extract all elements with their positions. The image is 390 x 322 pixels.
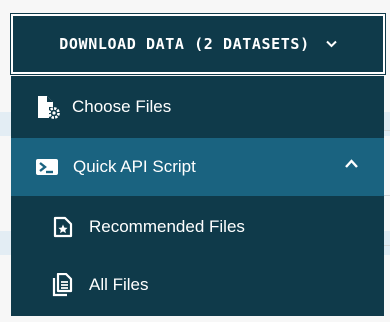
menu-item-label: Recommended Files xyxy=(89,217,245,236)
download-menu: Choose Files Quick API Script Recommende… xyxy=(11,76,384,316)
download-data-label: DOWNLOAD DATA (2 DATASETS) xyxy=(59,35,310,53)
download-data-button[interactable]: DOWNLOAD DATA (2 DATASETS) xyxy=(11,14,385,74)
menu-item-choose-files[interactable]: Choose Files xyxy=(11,78,384,136)
menu-item-quick-api-script[interactable]: Quick API Script xyxy=(11,138,384,196)
chevron-up-icon[interactable] xyxy=(345,159,358,168)
menu-item-label: Quick API Script xyxy=(73,157,196,176)
chevron-down-icon xyxy=(325,40,337,48)
menu-item-recommended-files[interactable]: Recommended Files xyxy=(11,198,384,256)
terminal-icon xyxy=(35,155,59,179)
files-icon xyxy=(51,273,75,297)
menu-item-label: Choose Files xyxy=(72,97,172,116)
menu-item-label: All Files xyxy=(89,275,149,294)
menu-item-all-files[interactable]: All Files xyxy=(11,256,384,314)
file-settings-icon xyxy=(36,95,60,119)
file-star-icon xyxy=(51,215,75,239)
